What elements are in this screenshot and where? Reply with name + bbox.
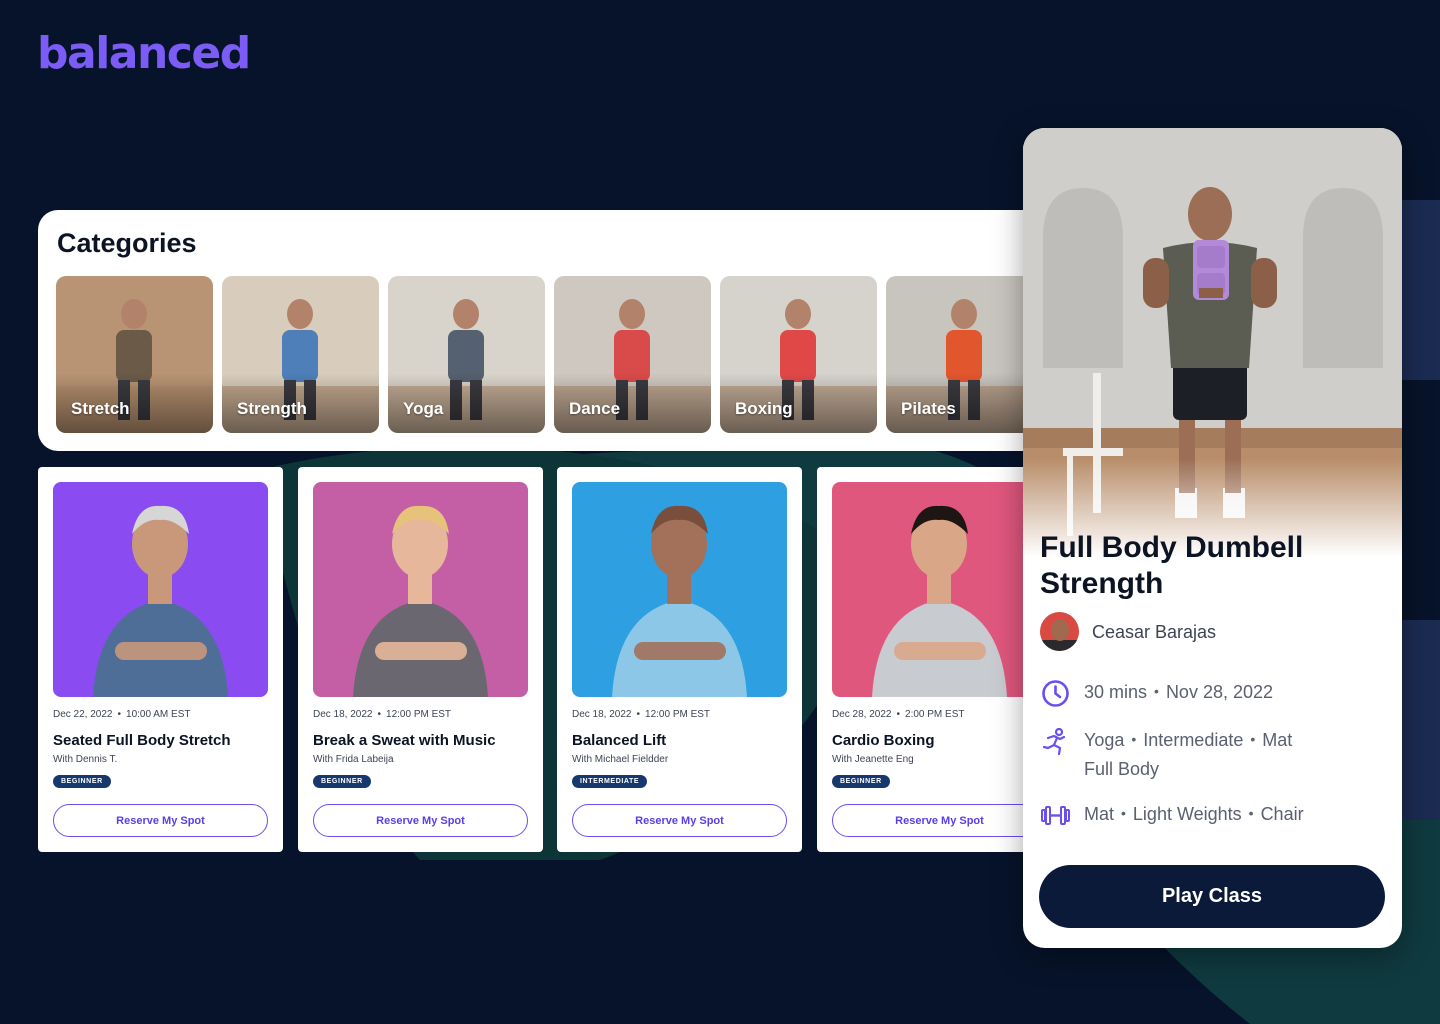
instructor-avatar[interactable]: [1040, 612, 1079, 651]
tag-type: Yoga: [1084, 730, 1125, 750]
class-title: Balanced Lift: [572, 732, 667, 749]
duration-row: 30 mins • Nov 28, 2022: [1040, 678, 1273, 709]
class-time: 10:00 AM EST: [126, 709, 191, 720]
category-tile-yoga[interactable]: Yoga: [388, 276, 545, 433]
level-badge: BEGINNER: [832, 775, 890, 788]
category-list: Stretch Strength Yoga Dance Boxing Pilates: [56, 276, 1043, 433]
category-tile-pilates[interactable]: Pilates: [886, 276, 1043, 433]
categories-title: Categories: [57, 228, 197, 258]
class-title: Full Body Dumbell Strength: [1040, 531, 1304, 600]
exercise-figure-icon: [1042, 727, 1066, 756]
brand-logo[interactable]: balanced: [37, 28, 251, 79]
category-tile-dance[interactable]: Dance: [554, 276, 711, 433]
instructor-name[interactable]: Ceasar Barajas: [1092, 622, 1216, 643]
class-instructor: With Frida Labeija: [313, 754, 394, 765]
class-detail-panel: Full Body Dumbell Strength Ceasar Baraja…: [1023, 128, 1402, 948]
category-tile-strength[interactable]: Strength: [222, 276, 379, 433]
class-card[interactable]: Dec 18, 2022 • 12:00 PM EST Balanced Lift Wi…: [557, 467, 802, 852]
class-duration: 30 mins: [1084, 682, 1148, 702]
class-photo: [53, 482, 268, 697]
class-title: Seated Full Body Stretch: [53, 732, 231, 749]
class-date: Dec 22, 2022: [53, 709, 113, 720]
class-instructor: With Dennis T.: [53, 754, 118, 765]
level-badge: BEGINNER: [53, 775, 111, 788]
class-photo: [832, 482, 1047, 697]
class-date: Dec 28, 2022: [832, 709, 892, 720]
class-datetime: Dec 18, 2022 • 12:00 PM EST: [572, 709, 711, 720]
category-label: Strength: [237, 399, 307, 418]
reserve-spot-button[interactable]: Reserve My Spot: [572, 804, 787, 837]
class-date: Dec 18, 2022: [313, 709, 373, 720]
category-label: Boxing: [735, 399, 793, 418]
class-datetime: Dec 28, 2022 • 2:00 PM EST: [832, 709, 965, 720]
level-badge: INTERMEDIATE: [572, 775, 648, 788]
class-time: 2:00 PM EST: [905, 709, 965, 720]
tag-level: Intermediate: [1143, 730, 1244, 750]
category-tile-stretch[interactable]: Stretch: [56, 276, 213, 433]
class-title: Break a Sweat with Music: [313, 732, 496, 749]
equipment-item: Light Weights: [1132, 804, 1242, 824]
class-time: 12:00 PM EST: [386, 709, 452, 720]
category-label: Pilates: [901, 399, 956, 418]
class-card[interactable]: Dec 18, 2022 • 12:00 PM EST Break a Sweat w…: [298, 467, 543, 852]
class-instructor: With Jeanette Eng: [832, 754, 914, 765]
class-title: Cardio Boxing: [832, 732, 935, 749]
class-time: 12:00 PM EST: [645, 709, 711, 720]
dumbbell-icon: [1041, 806, 1070, 825]
class-card[interactable]: Dec 22, 2022 • 10:00 AM EST Seated Full Bod…: [38, 467, 283, 852]
equipment-row: Mat • Light Weights • Chair: [1040, 800, 1304, 831]
category-label: Stretch: [71, 399, 130, 418]
class-photo: [313, 482, 528, 697]
class-datetime: Dec 22, 2022 • 10:00 AM EST: [53, 709, 191, 720]
category-label: Dance: [569, 399, 621, 418]
equipment-item: Chair: [1260, 804, 1304, 824]
class-date: Nov 28, 2022: [1165, 682, 1274, 702]
clock-icon: [1042, 680, 1069, 707]
reserve-spot-button[interactable]: Reserve My Spot: [313, 804, 528, 837]
tag-focus: Full Body: [1084, 759, 1160, 779]
class-datetime: Dec 18, 2022 • 12:00 PM EST: [313, 709, 452, 720]
class-photo: [572, 482, 787, 697]
class-instructor: With Michael Fieldder: [572, 754, 669, 765]
play-class-button[interactable]: Play Class: [1039, 865, 1385, 928]
tag-equipment: Mat: [1262, 730, 1293, 750]
level-badge: BEGINNER: [313, 775, 371, 788]
reserve-spot-button[interactable]: Reserve My Spot: [832, 804, 1047, 837]
class-date: Dec 18, 2022: [572, 709, 632, 720]
reserve-spot-button[interactable]: Reserve My Spot: [53, 804, 268, 837]
equipment-item: Mat: [1084, 804, 1115, 824]
categories-panel: Categories Stretch Strength Yoga Dance Boxin…: [38, 210, 1048, 451]
category-tile-boxing[interactable]: Boxing: [720, 276, 877, 433]
category-label: Yoga: [403, 399, 444, 418]
tags-row: Yoga • Intermediate • Mat Full Body: [1040, 726, 1292, 783]
